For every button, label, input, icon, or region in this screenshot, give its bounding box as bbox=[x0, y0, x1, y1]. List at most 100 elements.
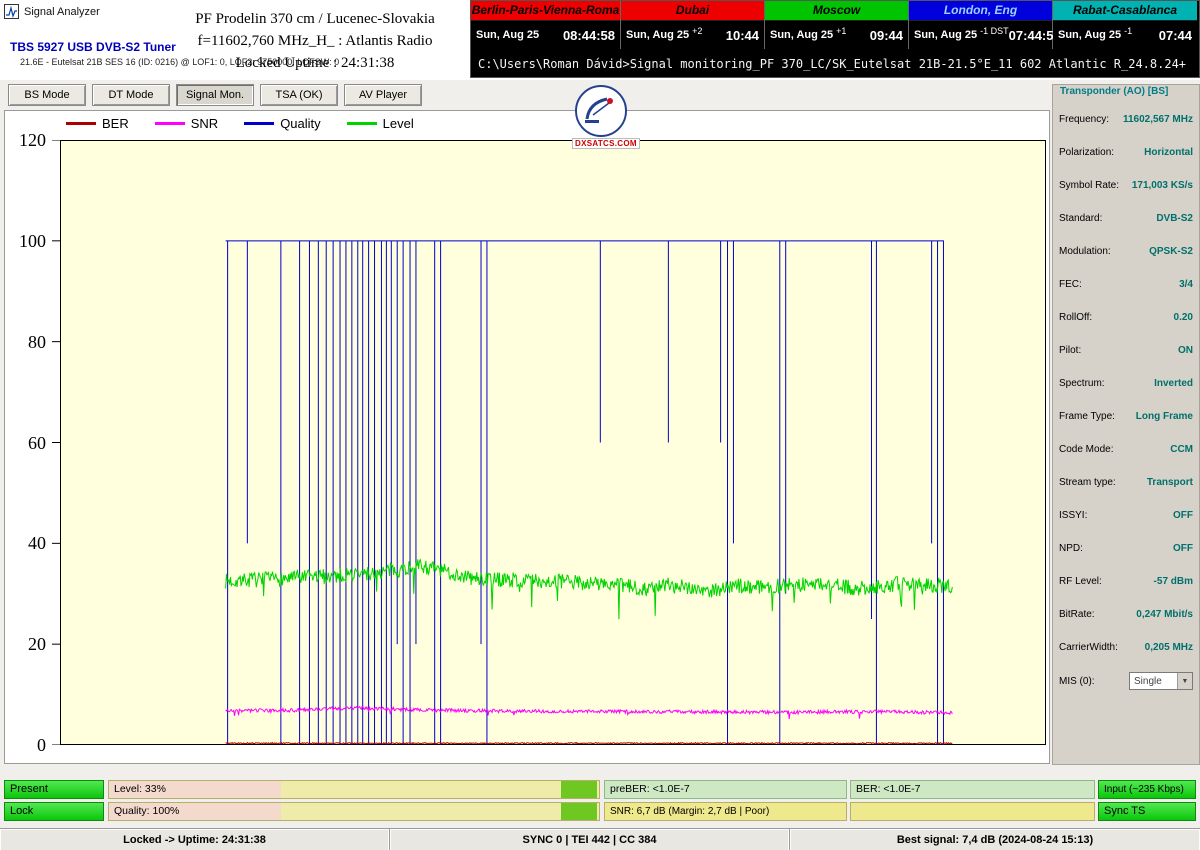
y-axis-label: 100 bbox=[6, 230, 46, 252]
signal-plot bbox=[48, 140, 1046, 745]
field-value: 0.20 bbox=[1174, 312, 1193, 323]
app-icon bbox=[4, 4, 19, 19]
field-label: CarrierWidth: bbox=[1059, 642, 1118, 653]
plot-area bbox=[61, 141, 1046, 745]
logo-caption: DXSATCS.COM bbox=[572, 138, 640, 149]
field-label: Code Mode: bbox=[1059, 444, 1113, 455]
tab-bs-mode[interactable]: BS Mode bbox=[8, 84, 86, 106]
field-value: 11602,567 MHz bbox=[1123, 114, 1193, 125]
level-bar: Level: 33% bbox=[108, 780, 600, 799]
uptime-line: Locked Uptime : 24:31:38 bbox=[150, 52, 480, 74]
y-axis-label: 40 bbox=[6, 532, 46, 554]
clock-city-label: Rabat-Casablanca bbox=[1053, 1, 1197, 21]
statusbar-best-signal: Best signal: 7,4 dB (2024-08-24 15:13) bbox=[790, 829, 1200, 850]
field-label: Symbol Rate: bbox=[1059, 180, 1119, 191]
field-value: Horizontal bbox=[1144, 147, 1193, 158]
snr-text: SNR: 6,7 dB (Margin: 2,7 dB | Poor) bbox=[605, 803, 846, 820]
tab-signal-mon[interactable]: Signal Mon. bbox=[176, 84, 254, 106]
satellite-dish-icon bbox=[579, 89, 623, 133]
quality-bar: Quality: 100% bbox=[108, 802, 600, 821]
monitoring-header: PF Prodelin 370 cm / Lucenec-Slovakia f=… bbox=[150, 8, 480, 74]
clock-date: Sun, Aug 25 bbox=[914, 29, 977, 41]
field-value: OFF bbox=[1173, 510, 1193, 521]
tp-row-code-mode: Code Mode: CCM bbox=[1059, 442, 1193, 456]
field-label: FEC: bbox=[1059, 279, 1082, 290]
tp-row-carrier-width: CarrierWidth: 0,205 MHz bbox=[1059, 640, 1193, 654]
field-value: DVB-S2 bbox=[1156, 213, 1193, 224]
tab-tsa[interactable]: TSA (OK) bbox=[260, 84, 338, 106]
field-value: 0,247 Mbit/s bbox=[1136, 609, 1193, 620]
clock-time: 10:44 bbox=[726, 28, 759, 43]
y-axis-label: 120 bbox=[6, 129, 46, 151]
quality-swatch bbox=[244, 122, 274, 125]
logo-circle bbox=[575, 85, 627, 137]
tab-av-player[interactable]: AV Player bbox=[344, 84, 422, 106]
field-label: Polarization: bbox=[1059, 147, 1114, 158]
clock-column-moscow: Moscow Sun, Aug 25 +1 09:44 bbox=[765, 1, 909, 49]
field-value: Long Frame bbox=[1136, 411, 1193, 422]
tp-row-frequency: Frequency: 11602,567 MHz bbox=[1059, 112, 1193, 126]
clock-utc-offset: -1 DST bbox=[980, 26, 1009, 36]
status-bar: Locked -> Uptime: 24:31:38 SYNC 0 | TEI … bbox=[0, 828, 1200, 850]
tab-dt-mode[interactable]: DT Mode bbox=[92, 84, 170, 106]
legend-label: SNR bbox=[191, 116, 218, 131]
level-text: Level: 33% bbox=[109, 781, 599, 798]
preber-text: preBER: <1.0E-7 bbox=[605, 781, 846, 798]
field-label: Frequency: bbox=[1059, 114, 1109, 125]
tp-row-npd: NPD: OFF bbox=[1059, 541, 1193, 555]
legend-label: Level bbox=[383, 116, 414, 131]
chevron-down-icon[interactable]: ▼ bbox=[1177, 673, 1192, 689]
ber-indicator: BER: <1.0E-7 bbox=[850, 780, 1095, 799]
tp-row-bitrate: BitRate: 0,247 Mbit/s bbox=[1059, 607, 1193, 621]
legend-label: Quality bbox=[280, 116, 320, 131]
present-indicator: Present bbox=[4, 780, 104, 799]
field-label: Modulation: bbox=[1059, 246, 1111, 257]
field-label: RollOff: bbox=[1059, 312, 1092, 323]
tp-row-rolloff: RollOff: 0.20 bbox=[1059, 310, 1193, 324]
window-title: Signal Analyzer bbox=[24, 6, 100, 18]
clock-time: 09:44 bbox=[870, 28, 903, 43]
window-titlebar: Signal Analyzer bbox=[4, 4, 100, 19]
sync-ts-indicator: Sync TS bbox=[1098, 802, 1196, 821]
field-label: ISSYI: bbox=[1059, 510, 1087, 521]
clock-utc-offset: +1 bbox=[836, 26, 846, 36]
tp-row-fec: FEC: 3/4 bbox=[1059, 277, 1193, 291]
tp-row-spectrum: Spectrum: Inverted bbox=[1059, 376, 1193, 390]
clock-city-label: Dubai bbox=[621, 1, 764, 21]
field-value: 3/4 bbox=[1179, 279, 1193, 290]
quality-text: Quality: 100% bbox=[109, 803, 599, 820]
site-line: PF Prodelin 370 cm / Lucenec-Slovakia bbox=[150, 8, 480, 30]
tp-row-issyi: ISSYI: OFF bbox=[1059, 508, 1193, 522]
field-value: -57 dBm bbox=[1154, 576, 1193, 587]
frequency-line: f=11602,760 MHz_H_ : Atlantis Radio bbox=[150, 30, 480, 52]
mis-dropdown[interactable]: Single ▼ bbox=[1129, 672, 1193, 690]
y-axis-label: 80 bbox=[6, 331, 46, 353]
tp-row-mis: MIS (0): Single ▼ bbox=[1059, 674, 1193, 688]
level-swatch bbox=[347, 122, 377, 125]
tp-row-symbol-rate: Symbol Rate: 171,003 KS/s bbox=[1059, 178, 1193, 192]
lock-indicator: Lock bbox=[4, 802, 104, 821]
clock-column-rabat: Rabat-Casablanca Sun, Aug 25 -1 07:44 bbox=[1053, 1, 1197, 49]
legend-item-quality: Quality bbox=[244, 116, 320, 131]
clock-date: Sun, Aug 25 bbox=[1058, 29, 1121, 41]
field-value: 171,003 KS/s bbox=[1132, 180, 1193, 191]
field-label: RF Level: bbox=[1059, 576, 1102, 587]
field-value: OFF bbox=[1173, 543, 1193, 554]
legend-item-snr: SNR bbox=[155, 116, 218, 131]
clock-columns: Berlin-Paris-Vienna-Roma Sun, Aug 25 08:… bbox=[471, 1, 1199, 49]
legend-item-level: Level bbox=[347, 116, 414, 131]
field-label: MIS (0): bbox=[1059, 676, 1095, 687]
statusbar-sync-counters: SYNC 0 | TEI 442 | CC 384 bbox=[390, 829, 790, 850]
clock-column-dubai: Dubai Sun, Aug 25 +2 10:44 bbox=[621, 1, 765, 49]
field-label: NPD: bbox=[1059, 543, 1083, 554]
field-label: Stream type: bbox=[1059, 477, 1116, 488]
clock-city-label: Berlin-Paris-Vienna-Roma bbox=[471, 1, 620, 21]
dxsatcs-logo: DXSATCS.COM bbox=[572, 85, 630, 149]
y-axis-label: 60 bbox=[6, 432, 46, 454]
field-label: Spectrum: bbox=[1059, 378, 1105, 389]
clock-utc-offset: +2 bbox=[692, 26, 702, 36]
snr-indicator: SNR: 6,7 dB (Margin: 2,7 dB | Poor) bbox=[604, 802, 847, 821]
snr-bar bbox=[850, 802, 1095, 821]
tp-row-standard: Standard: DVB-S2 bbox=[1059, 211, 1193, 225]
field-label: BitRate: bbox=[1059, 609, 1095, 620]
